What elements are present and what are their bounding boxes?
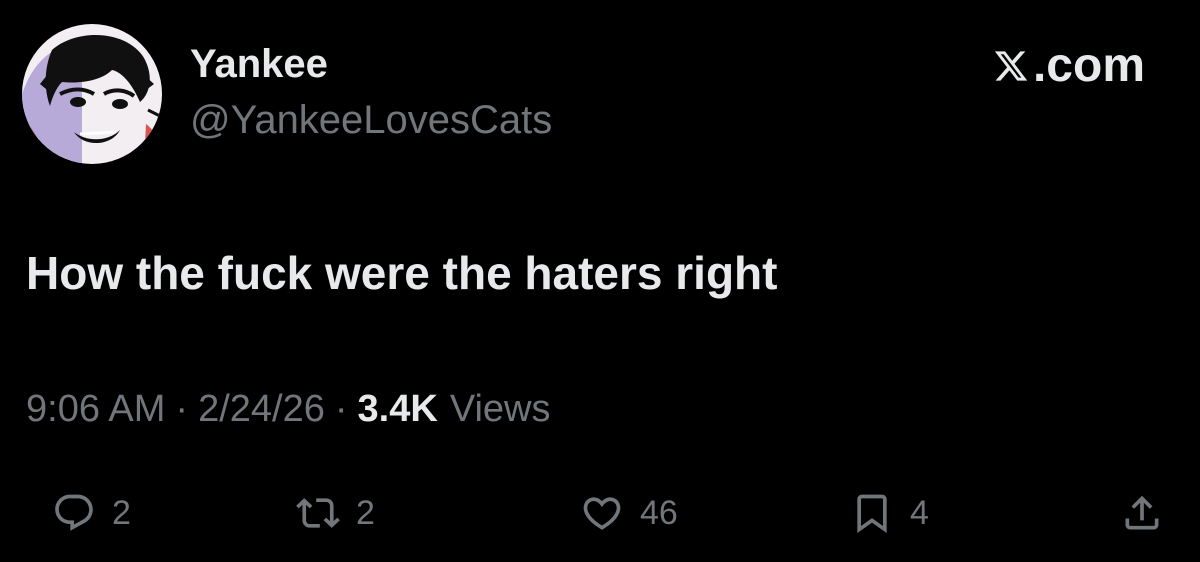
display-name[interactable]: Yankee [190,40,328,88]
meta-separator: · [334,388,348,430]
tweet-actions: 2 2 46 4 [0,488,1200,538]
repost-button[interactable]: 2 [296,488,375,538]
reply-icon [55,494,93,531]
avatar-image [22,24,162,164]
brand-domain: .com [1032,39,1145,92]
repost-icon [296,498,340,528]
reply-button[interactable]: 2 [52,488,131,538]
tweet-text: How the fuck were the haters right [26,247,778,299]
bookmark-count: 4 [910,493,929,532]
bookmark-icon [857,494,887,534]
share-button[interactable] [1120,488,1164,538]
tweet-meta: 9:06 AM · 2/24/26 · 3.4K Views [26,384,551,434]
bookmark-button[interactable]: 4 [850,488,929,538]
views-count: 3.4K [357,388,438,430]
views-label: Views [449,388,551,430]
user-handle[interactable]: @YankeeLovesCats [190,96,552,144]
like-button[interactable]: 46 [580,488,678,538]
tweet-time[interactable]: 9:06 AM [26,384,165,434]
x-brand: .com [993,38,1145,94]
meta-separator: · [175,388,189,430]
like-count: 46 [640,493,678,532]
x-logo-icon [994,51,1028,81]
reply-count: 2 [112,493,131,532]
tweet-date[interactable]: 2/24/26 [198,384,325,434]
repost-count: 2 [356,493,375,532]
avatar[interactable] [22,24,162,164]
heart-icon [583,497,621,530]
share-icon [1125,495,1159,530]
